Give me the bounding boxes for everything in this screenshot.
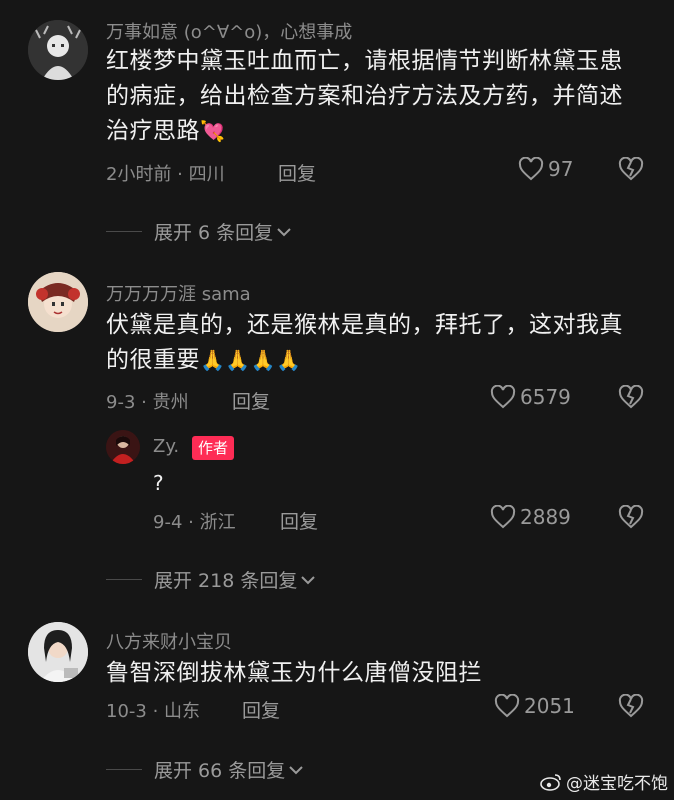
chevron-down-icon bbox=[301, 575, 316, 584]
heart-outline-icon bbox=[494, 694, 520, 718]
like-button[interactable]: 2889 bbox=[490, 505, 571, 529]
reply-button[interactable]: 回复 bbox=[232, 387, 270, 414]
expand-label: 展开 6 条回复 bbox=[154, 222, 274, 244]
divider bbox=[106, 579, 142, 580]
reply-button[interactable]: 回复 bbox=[242, 696, 280, 723]
expand-replies-button[interactable]: 展开 218 条回复 bbox=[106, 566, 317, 593]
chevron-down-icon bbox=[289, 765, 303, 774]
avatar[interactable] bbox=[28, 20, 88, 80]
like-count: 2889 bbox=[520, 505, 571, 529]
dislike-button[interactable] bbox=[618, 693, 644, 722]
avatar[interactable] bbox=[28, 622, 88, 682]
divider bbox=[106, 769, 142, 770]
like-count: 2051 bbox=[524, 694, 575, 718]
reply-text: ? bbox=[153, 471, 165, 495]
comment-text: 伏黛是真的，还是猴林是真的，拜托了，这对我真的很重要🙏🙏🙏🙏 bbox=[106, 312, 623, 373]
broken-heart-icon bbox=[618, 693, 644, 718]
weibo-logo-icon bbox=[540, 773, 561, 791]
comment-meta: 2小时前 · 四川 bbox=[106, 164, 225, 185]
chevron-down-icon bbox=[277, 227, 291, 236]
broken-heart-icon bbox=[618, 384, 644, 409]
broken-heart-icon bbox=[618, 156, 644, 181]
comment-username[interactable]: 八方来财小宝贝 bbox=[106, 628, 232, 654]
comment-username[interactable]: 万万万万涯 sama bbox=[106, 280, 251, 306]
like-button[interactable]: 97 bbox=[518, 157, 573, 181]
like-button[interactable]: 2051 bbox=[494, 694, 575, 718]
comment-username[interactable]: 万事如意 (o^∀^o)，心想事成 bbox=[106, 18, 352, 44]
broken-heart-icon bbox=[618, 504, 644, 529]
comment-text: 红楼梦中黛玉吐血而亡，请根据情节判断林黛玉患的病症，给出检查方案和治疗方法及方药… bbox=[106, 48, 623, 144]
reply-avatar[interactable] bbox=[106, 430, 140, 464]
reply-button[interactable]: 回复 bbox=[280, 507, 318, 534]
heart-outline-icon bbox=[490, 505, 516, 529]
expand-label: 展开 66 条回复 bbox=[154, 760, 286, 782]
author-badge: 作者 bbox=[192, 436, 235, 460]
comment-text: 鲁智深倒拔林黛玉为什么唐僧没阻拦 bbox=[106, 660, 482, 686]
avatar[interactable] bbox=[28, 272, 88, 332]
heart-emoji: 💘 bbox=[200, 119, 226, 143]
heart-outline-icon bbox=[518, 157, 544, 181]
dislike-button[interactable] bbox=[618, 384, 644, 413]
reply-button[interactable]: 回复 bbox=[278, 159, 316, 186]
comment-meta: 10-3 · 山东 bbox=[106, 701, 201, 722]
dislike-button[interactable] bbox=[618, 504, 644, 533]
like-button[interactable]: 6579 bbox=[490, 385, 571, 409]
reply-meta: 9-4 · 浙江 bbox=[153, 512, 236, 533]
expand-replies-button[interactable]: 展开 66 条回复 bbox=[106, 756, 305, 783]
expand-replies-button[interactable]: 展开 6 条回复 bbox=[106, 218, 293, 245]
like-count: 97 bbox=[548, 157, 574, 181]
pray-emoji: 🙏🙏🙏🙏 bbox=[200, 348, 302, 372]
divider bbox=[106, 231, 142, 232]
comment-meta: 9-3 · 贵州 bbox=[106, 392, 189, 413]
expand-label: 展开 218 条回复 bbox=[154, 570, 298, 592]
watermark: @迷宝吃不饱 bbox=[540, 769, 668, 794]
heart-outline-icon bbox=[490, 385, 516, 409]
reply-username[interactable]: Zy. bbox=[153, 436, 179, 457]
dislike-button[interactable] bbox=[618, 156, 644, 185]
like-count: 6579 bbox=[520, 385, 571, 409]
watermark-text: @迷宝吃不饱 bbox=[566, 774, 668, 794]
